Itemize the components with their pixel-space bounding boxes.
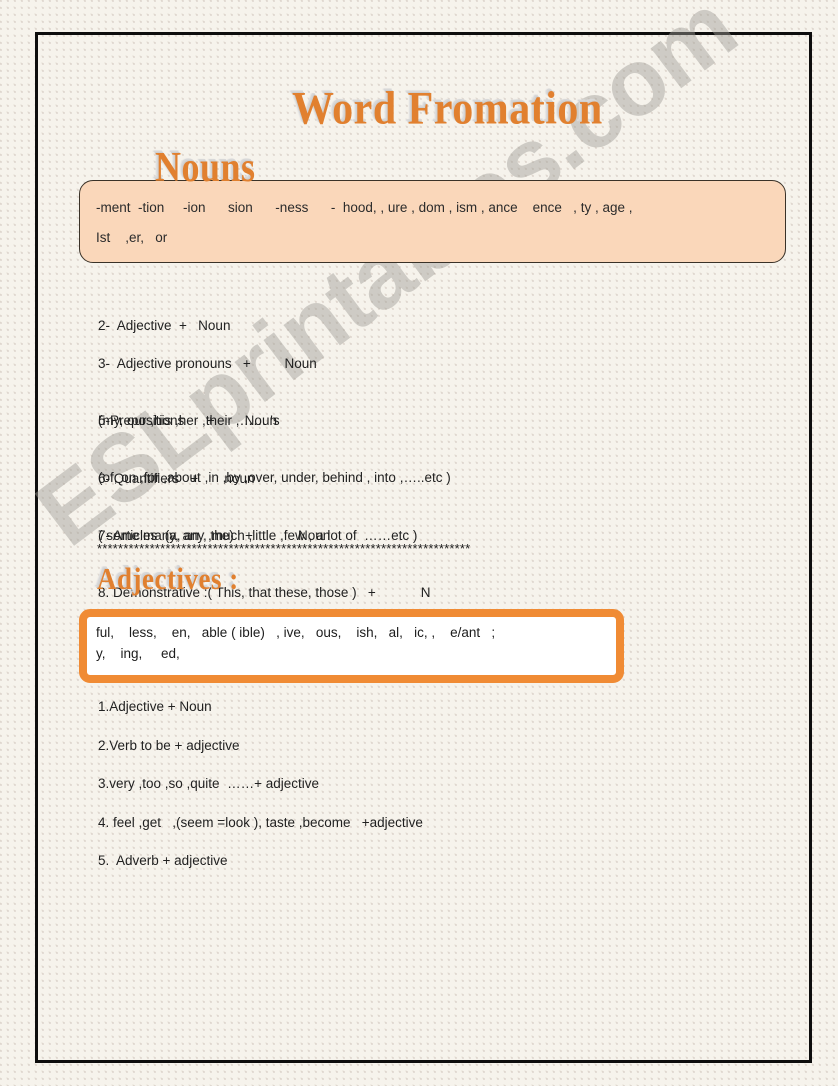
adjective-suffixes-line-1: ful, less, en, able ( ible) , ive, ous, …: [96, 625, 496, 640]
adjective-rule-4: 4. feel ,get ,(seem =look ), taste ,beco…: [98, 815, 423, 830]
noun-rule-3-line-1: 3- Adjective pronouns + Noun: [98, 356, 317, 371]
adjectives-section-heading: Adjectives :: [97, 562, 239, 596]
noun-suffixes-box: -ment -tion -ion sion -ness - hood, , ur…: [79, 180, 786, 263]
asterisk-divider: ****************************************…: [97, 541, 471, 556]
adjective-rule-1: 1.Adjective + Noun: [98, 699, 212, 714]
noun-rule-5-line-1: 5-Prepositions + Noun: [98, 413, 277, 428]
page-title: Word Fromation: [292, 83, 603, 135]
adjective-rule-2: 2.Verb to be + adjective: [98, 738, 240, 753]
nouns-section-heading: Nouns: [155, 143, 256, 191]
noun-rule-6-line-1: 6- Quantifiers + noun: [98, 471, 255, 486]
adjective-suffixes-line-2: y, ing, ed,: [96, 646, 180, 661]
adjective-rule-5: 5. Adverb + adjective: [98, 853, 228, 868]
noun-suffixes-line-1: -ment -tion -ion sion -ness - hood, , ur…: [96, 200, 633, 215]
noun-suffixes-line-2: Ist ,er, or: [96, 230, 168, 245]
worksheet-content: Word Fromation Nouns -ment -tion -ion si…: [0, 0, 838, 1086]
adjective-suffixes-box: ful, less, en, able ( ible) , ive, ous, …: [79, 609, 624, 683]
adjective-rule-3: 3.very ,too ,so ,quite ……+ adjective: [98, 776, 319, 791]
worksheet-page: ESLprintables.com Word Fromation Nouns -…: [0, 0, 838, 1086]
